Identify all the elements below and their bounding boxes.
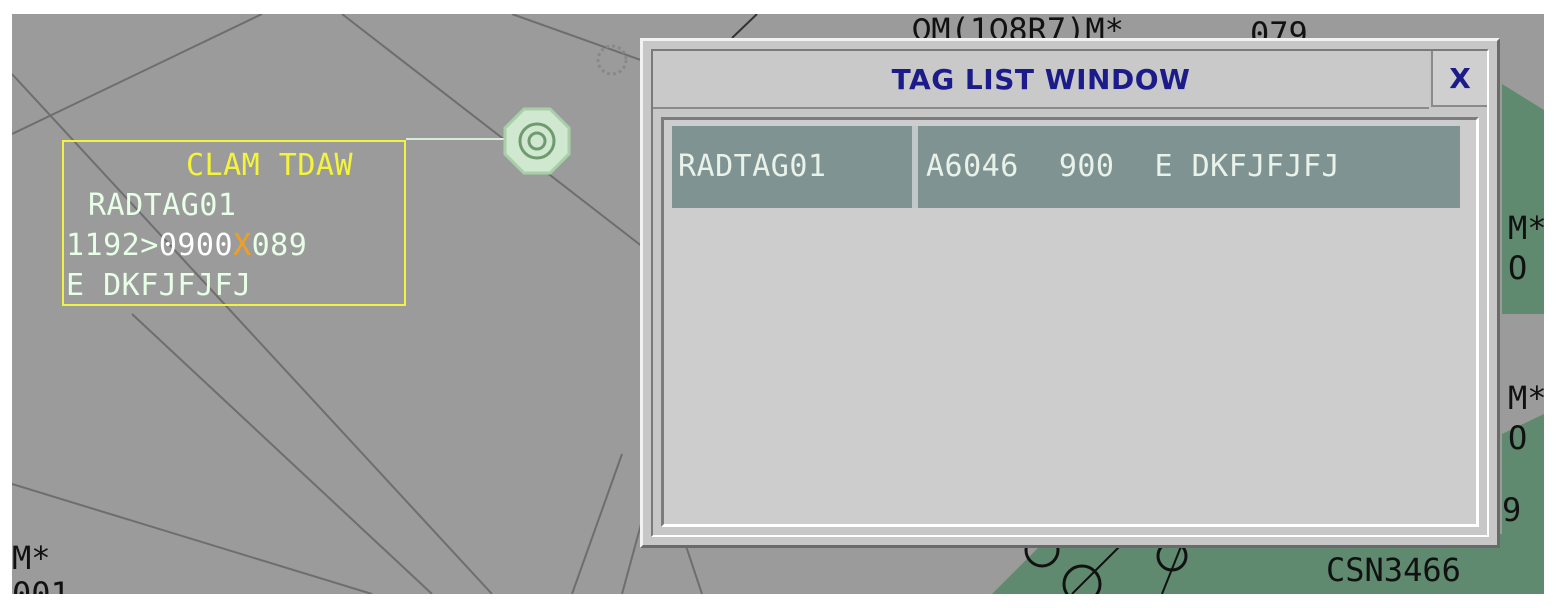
track-alt-right-1: O <box>1508 249 1528 287</box>
tag-list-window[interactable]: TAG LIST WINDOW X RADTAG01 A6046 900 E DKF… <box>640 38 1500 548</box>
data-block-squawk: 1192> <box>66 228 159 263</box>
close-icon: X <box>1449 61 1471 95</box>
tag-list-row[interactable]: RADTAG01 A6046 900 E DKFJFJFJ <box>672 126 1460 208</box>
data-block-altitude-line: 1192>0900X089 <box>66 230 307 262</box>
data-block-tag-line: RADTAG01 <box>88 188 237 223</box>
tag-info-cell: A6046 900 E DKFJFJFJ <box>918 126 1460 208</box>
tag-altitude: 900 <box>1058 149 1115 184</box>
track-label-right-2: M* <box>1508 379 1544 417</box>
data-block-destination-line: E DKFJFJFJ <box>66 268 252 303</box>
data-block-marker: X <box>233 228 252 263</box>
aircraft-data-block[interactable]: CLAM TDAW RADTAG01 1192>0900X089 E DKFJF… <box>62 140 406 306</box>
track-callsign-bottom-right: CSN3466 <box>1326 551 1461 589</box>
track-alt-bottom-left: 001 <box>12 575 70 594</box>
track-label-right-1: M* <box>1508 209 1544 247</box>
window-frame: TAG LIST WINDOW X RADTAG01 A6046 900 E DKF… <box>651 49 1489 537</box>
data-block-speed: 089 <box>251 228 308 263</box>
tag-id-cell: RADTAG01 <box>672 126 912 208</box>
leader-line <box>406 138 510 140</box>
window-titlebar[interactable]: TAG LIST WINDOW <box>653 51 1429 109</box>
track-label-bottom-left: M* <box>12 539 51 577</box>
tag-destination: E DKFJFJFJ <box>1154 149 1341 184</box>
close-button[interactable]: X <box>1431 51 1487 107</box>
data-block-callsign-line: CLAM TDAW <box>186 148 354 183</box>
track-alt-right-2: O <box>1508 419 1528 457</box>
tag-list[interactable]: RADTAG01 A6046 900 E DKFJFJFJ <box>661 117 1479 527</box>
track-alt-right-3: 9 <box>1502 491 1522 529</box>
data-block-assigned-altitude: 0900 <box>158 228 234 263</box>
window-title: TAG LIST WINDOW <box>891 62 1191 96</box>
target-octagon-icon[interactable] <box>502 106 572 176</box>
tag-code: A6046 <box>926 149 1019 184</box>
